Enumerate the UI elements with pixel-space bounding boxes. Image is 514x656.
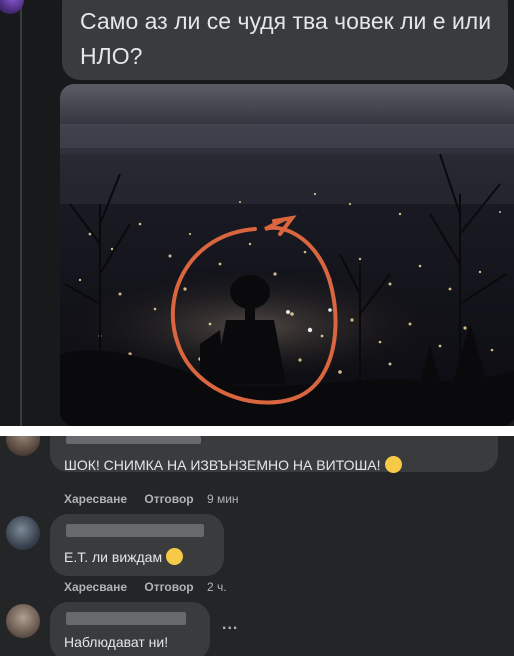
comment-actions: Харесване Отговор 9 мин (64, 492, 253, 506)
city-night-alien-photo (60, 84, 514, 426)
dizzy-emoji-icon (166, 548, 184, 565)
comment-text-content: Е.Т. ли виждам (64, 549, 163, 565)
post-text: Само аз ли се чудя тва човек ли е или НЛ… (80, 8, 492, 69)
laughing-emoji-icon (384, 456, 402, 473)
comment-text: Е.Т. ли виждам (64, 548, 184, 565)
thread-line (20, 0, 22, 426)
more-options-icon[interactable]: ... (222, 616, 238, 634)
comment-text: ШОК! СНИМКА НА ИЗВЪНЗЕМНО НА ВИТОША! (64, 456, 402, 473)
reply-button[interactable]: Отговор (144, 580, 193, 594)
reply-button[interactable]: Отговор (144, 492, 193, 506)
comment-actions: Харесване Отговор 2 ч. (64, 580, 241, 594)
comment-text: Наблюдават ни! (64, 634, 169, 650)
post-panel: Само аз ли се чудя тва човек ли е или НЛ… (0, 0, 514, 426)
comment-avatar[interactable] (6, 516, 40, 550)
like-button[interactable]: Харесване (64, 492, 127, 506)
comment-author-name[interactable] (66, 612, 186, 625)
separator (0, 426, 514, 436)
comment-author-name[interactable] (66, 524, 204, 537)
like-button[interactable]: Харесване (64, 580, 127, 594)
comment-text-content: ШОК! СНИМКА НА ИЗВЪНЗЕМНО НА ВИТОША! (64, 457, 381, 473)
comment-avatar[interactable] (6, 436, 40, 456)
comment-timestamp[interactable]: 2 ч. (207, 580, 227, 594)
comment-avatar[interactable] (6, 604, 40, 638)
comment-author-name[interactable] (66, 436, 201, 444)
comments-panel: ШОК! СНИМКА НА ИЗВЪНЗЕМНО НА ВИТОША! Хар… (0, 436, 514, 656)
post-photo[interactable] (60, 84, 514, 426)
comment-timestamp[interactable]: 9 мин (207, 492, 239, 506)
